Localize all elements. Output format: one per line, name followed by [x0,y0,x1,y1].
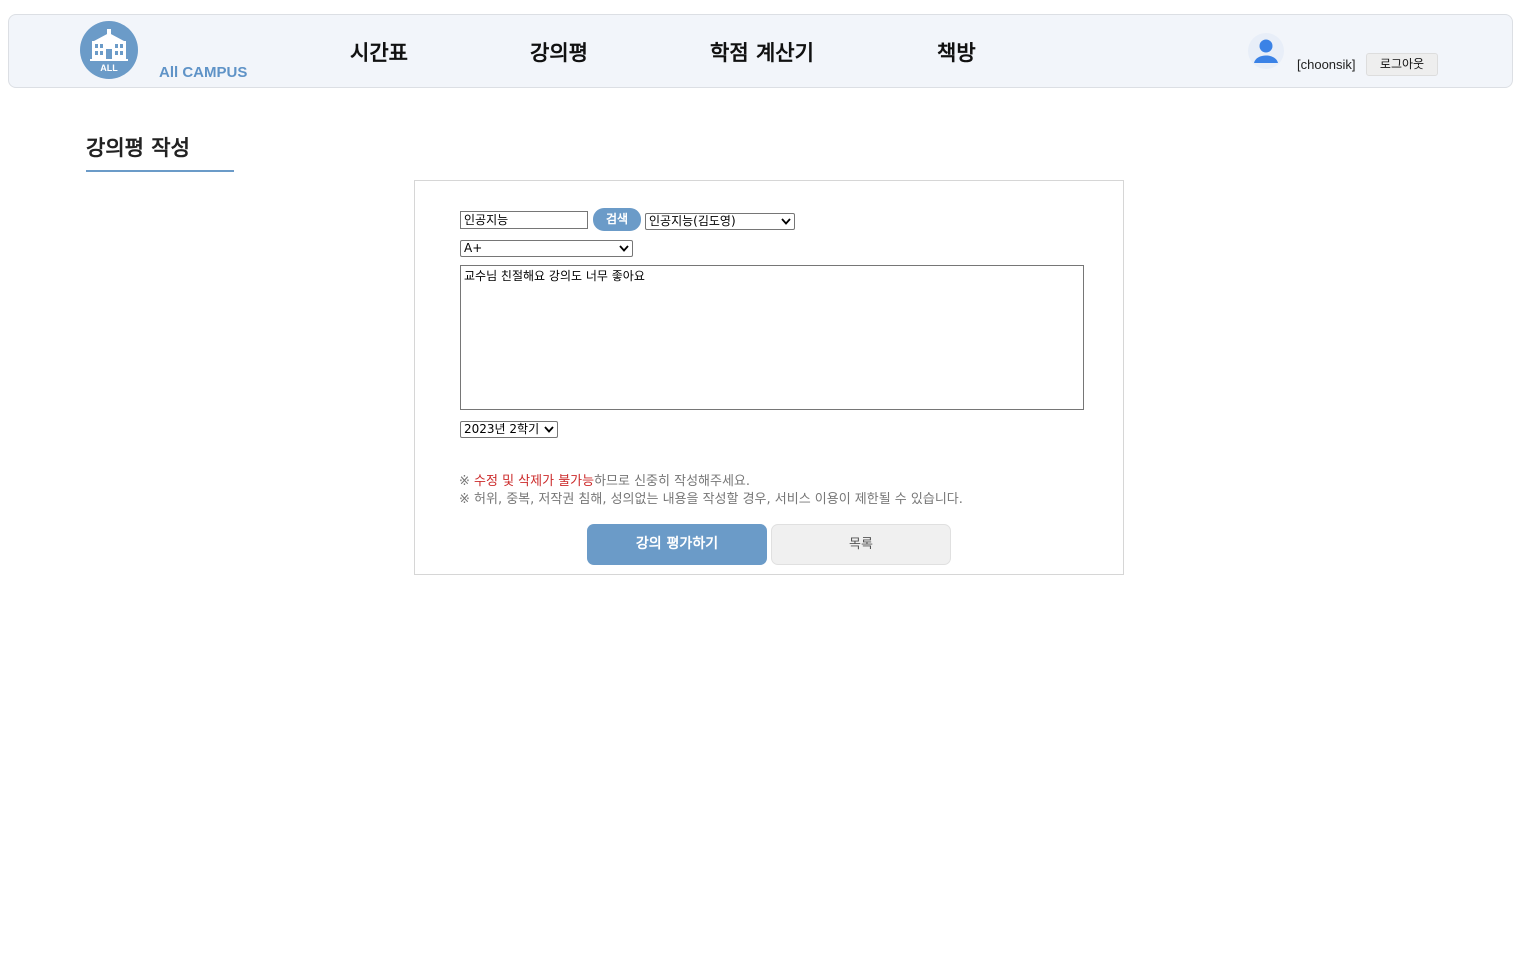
nav-grade-calculator[interactable]: 학점 계산기 [710,37,814,67]
top-header: ALL All CAMPUS 시간표 강의평 학점 계산기 책방 [choons… [8,14,1513,88]
grade-select-value: A+ [464,241,483,255]
chevron-down-icon [544,426,554,433]
term-select[interactable]: 2023년 2학기 [460,421,558,438]
review-textarea[interactable]: 교수님 친절해요 강의도 너무 좋아요 [460,265,1084,410]
term-select-value: 2023년 2학기 [464,422,540,436]
campus-logo[interactable]: ALL [80,21,138,79]
course-search-input[interactable]: 인공지능 [460,211,588,229]
nav-bookstore[interactable]: 책방 [937,37,976,67]
list-button[interactable]: 목록 [771,524,951,565]
notice-warning-text: 수정 및 삭제가 불가능 [474,474,595,489]
chevron-down-icon [781,218,791,225]
grade-select[interactable]: A+ [460,240,633,257]
page-title: 강의평 작성 [86,136,190,160]
chevron-down-icon [619,245,629,252]
nav-timetable[interactable]: 시간표 [350,37,408,67]
course-select-value: 인공지능(김도영) [649,214,736,228]
course-select[interactable]: 인공지능(김도영) [645,213,795,230]
submit-review-button[interactable]: 강의 평가하기 [587,524,767,565]
logout-button[interactable]: 로그아웃 [1366,53,1438,76]
brand-name[interactable]: All CAMPUS [159,64,247,81]
review-form: 인공지능 검색 인공지능(김도영) A+ 교수님 친절해요 강의도 너무 좋아요… [414,180,1124,575]
logo-badge-text: ALL [100,63,118,73]
notice-text: 하므로 신중히 작성해주세요. [594,474,750,489]
notice-no-edit: ※ 수정 및 삭제가 불가능하므로 신중히 작성해주세요. [459,470,750,489]
notice-restriction: ※ 허위, 중복, 저작권 침해, 성의없는 내용을 작성할 경우, 서비스 이… [459,492,963,507]
user-avatar-icon[interactable] [1248,33,1284,69]
search-button[interactable]: 검색 [593,208,641,231]
nav-lecture-review[interactable]: 강의평 [530,37,588,67]
username: [choonsik] [1297,57,1356,72]
title-underline [86,170,234,172]
notice-mark: ※ [459,474,475,489]
